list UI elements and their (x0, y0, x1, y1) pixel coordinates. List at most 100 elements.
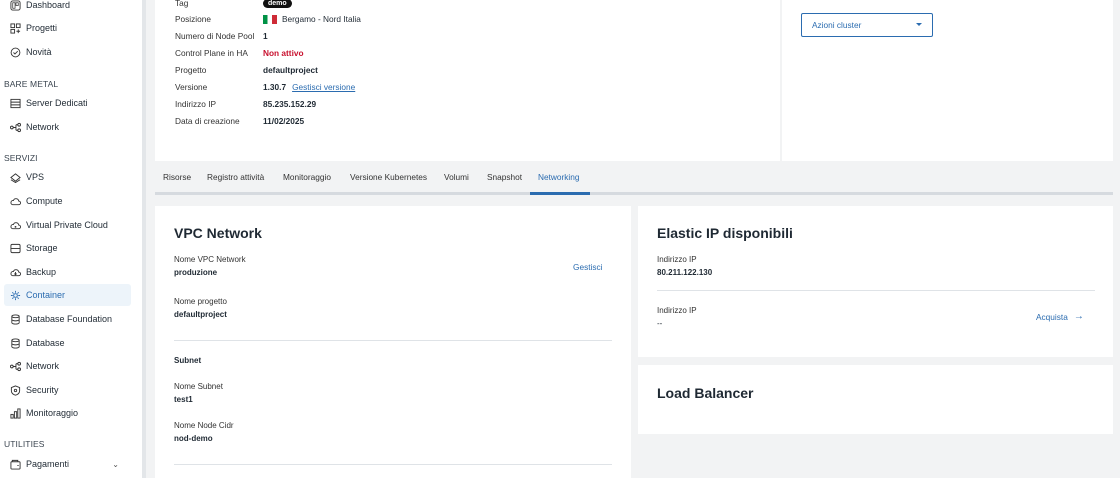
chart-icon (10, 407, 21, 419)
info-row-posizione: Posizione Bergamo - Nord Italia (175, 12, 361, 26)
sidebar-item-container[interactable]: Container (4, 284, 131, 306)
versione-value: 1.30.7 Gestisci versione (263, 82, 355, 92)
container-icon (10, 290, 21, 301)
elastic-ip-card: Elastic IP disponibili Indirizzo IP 80.2… (638, 206, 1113, 357)
sidebar-item-database[interactable]: Database (4, 332, 131, 354)
caret-down-icon (916, 23, 922, 26)
network-icon (10, 361, 21, 372)
sidebar-item-vps[interactable]: VPS (4, 166, 131, 188)
sidebar-item-label: Novità (26, 47, 52, 57)
ip2-value: -- (657, 319, 663, 328)
tab-monitoraggio[interactable]: Monitoraggio (283, 172, 331, 182)
italy-flag-icon (263, 14, 277, 24)
acquista-label: Acquista (1036, 311, 1068, 322)
tag-badge: demo (263, 0, 292, 8)
tab-bar-divider (155, 192, 1113, 195)
sidebar-item-network-bm[interactable]: Network (4, 116, 131, 138)
sidebar-item-label: Database (26, 338, 65, 348)
section-bare-metal: BARE METAL (4, 79, 59, 89)
sidebar-item-label: VPS (26, 172, 45, 182)
sidebar-item-label: Pagamenti (26, 459, 70, 469)
sidebar-item-compute[interactable]: Compute (4, 190, 131, 212)
sidebar-item-backup[interactable]: Backup (4, 261, 131, 283)
gestisci-vpc-button[interactable]: Gestisci (573, 262, 603, 272)
gestisci-versione-link[interactable]: Gestisci versione (292, 82, 355, 92)
vpc-icon (10, 220, 21, 231)
versione-label: Versione (175, 82, 208, 92)
tab-bar: Risorse Registro attività Monitoraggio V… (155, 164, 1113, 194)
cluster-actions-panel: Azioni cluster (782, 0, 1113, 161)
data-label: Data di creazione (175, 116, 240, 126)
sidebar-item-progetti[interactable]: Progetti (4, 17, 131, 39)
info-row-tag: Tag demo (175, 0, 292, 10)
storage-icon (10, 243, 21, 254)
subnet-heading: Subnet (174, 356, 202, 365)
cluster-actions-select[interactable]: Azioni cluster (801, 13, 933, 37)
divider (174, 464, 612, 465)
ip1-label: Indirizzo IP (657, 255, 697, 264)
divider (657, 290, 1095, 291)
sidebar-item-server-dedicati[interactable]: Server Dedicati (4, 92, 131, 114)
sidebar-item-monitoraggio[interactable]: Monitoraggio (4, 402, 131, 424)
posizione-label: Posizione (175, 14, 211, 24)
sidebar-item-label: Network (26, 122, 60, 132)
chevron-down-icon: ⌄ (112, 459, 119, 469)
sidebar-item-label: Database Foundation (26, 314, 113, 324)
backup-icon (10, 267, 21, 278)
sidebar-item-dashboard[interactable]: Dashboard (4, 0, 131, 16)
node-cidr-value: nod-demo (174, 434, 213, 443)
acquista-button[interactable]: Acquista → (1036, 311, 1084, 322)
database-icon (10, 313, 21, 325)
cluster-info-panel: Tag demo Posizione Bergamo - Nord Italia… (155, 0, 780, 161)
news-icon (10, 47, 21, 58)
cloud-icon (10, 196, 21, 207)
arrow-right-icon: → (1073, 311, 1084, 322)
subnet-name-value: test1 (174, 395, 193, 404)
tab-volumi[interactable]: Volumi (444, 172, 469, 182)
tab-networking[interactable]: Networking (538, 172, 580, 182)
sidebar-item-label: Network (26, 361, 60, 371)
sidebar-item-novita[interactable]: Novità (4, 41, 131, 63)
sidebar-item-label: Progetti (26, 23, 58, 33)
elastic-ip-title: Elastic IP disponibili (657, 225, 793, 241)
project-name-label: Nome progetto (174, 297, 227, 306)
vpc-network-card: VPC Network Nome VPC Network produzione … (155, 206, 631, 478)
projects-icon (10, 22, 21, 34)
section-servizi: SERVIZI (4, 153, 38, 163)
tab-snapshot[interactable]: Snapshot (487, 172, 522, 182)
tab-risorse[interactable]: Risorse (163, 172, 191, 182)
tab-registro-attivita[interactable]: Registro attività (207, 172, 264, 182)
sidebar-item-label: Virtual Private Cloud (26, 220, 108, 230)
vpc-name-label: Nome VPC Network (174, 255, 246, 264)
network-icon (10, 122, 21, 133)
ip-label: Indirizzo IP (175, 99, 217, 109)
ip1-value: 80.211.122.130 (657, 268, 713, 277)
subnet-name-label: Nome Subnet (174, 382, 223, 391)
sidebar: Dashboard Progetti Novità BARE METAL Ser… (0, 0, 142, 478)
load-balancer-title: Load Balancer (657, 385, 754, 401)
sidebar-item-label: Monitoraggio (26, 408, 79, 418)
sidebar-item-network[interactable]: Network (4, 355, 131, 377)
sidebar-item-label: Storage (26, 243, 58, 253)
info-row-progetto: Progetto defaultproject (175, 63, 318, 77)
sidebar-item-label: Container (26, 290, 66, 300)
tab-versione-kubernetes[interactable]: Versione Kubernetes (350, 172, 427, 182)
vpc-card-title: VPC Network (174, 225, 262, 241)
ha-label: Control Plane in HA (175, 48, 248, 58)
node-cidr-label: Nome Node Cidr (174, 421, 234, 430)
sidebar-item-security[interactable]: Security (4, 379, 131, 401)
sidebar-item-label: Security (26, 385, 59, 395)
sidebar-item-label: Server Dedicati (26, 98, 88, 108)
vpc-name-value: produzione (174, 268, 218, 277)
sidebar-item-vpc[interactable]: Virtual Private Cloud (4, 214, 131, 236)
divider (174, 340, 612, 341)
load-balancer-card: Load Balancer (638, 365, 1113, 434)
sidebar-item-database-foundation[interactable]: Database Foundation (4, 308, 131, 330)
sidebar-item-storage[interactable]: Storage (4, 237, 131, 259)
data-value: 11/02/2025 (263, 116, 305, 126)
info-row-ip: Indirizzo IP 85.235.152.29 (175, 97, 316, 111)
sidebar-item-pagamenti[interactable]: Pagamenti ⌄ (4, 453, 131, 475)
sidebar-item-label: Compute (26, 196, 63, 206)
wallet-icon (10, 459, 21, 470)
ha-status: Non attivo (263, 48, 304, 58)
